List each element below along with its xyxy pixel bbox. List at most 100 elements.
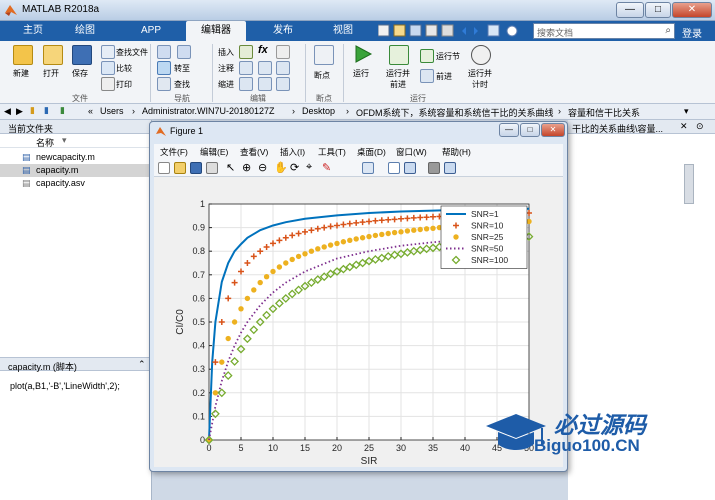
increase-indent-icon[interactable] (258, 77, 272, 91)
open-button-label[interactable]: 打开 (43, 68, 59, 79)
list-item[interactable]: ▤ newcapacity.m (0, 151, 151, 164)
save-button-label[interactable]: 保存 (72, 68, 88, 79)
address-bar: ◀ ▶ ▮ ▮ ▮ « Users › Administrator.WIN7U-… (0, 104, 715, 120)
goto-button[interactable]: 转至 (174, 63, 190, 74)
menu-help[interactable]: 帮助(H) (442, 146, 471, 158)
hide-plot-tools-icon[interactable] (428, 162, 440, 174)
run-icon[interactable] (353, 44, 373, 66)
forward-icon[interactable]: ▶ (16, 106, 23, 117)
pan-hand-icon[interactable]: ✋ (274, 161, 288, 174)
brush-icon[interactable]: ✎ (322, 161, 331, 174)
run-time-button[interactable]: 运行并 计时 (468, 68, 492, 90)
compare-button[interactable]: 比较 (116, 63, 132, 74)
uncomment-icon[interactable] (258, 61, 272, 75)
tab-editor[interactable]: 编辑器 (186, 21, 246, 41)
search-icon: ⌕ (665, 25, 671, 36)
back-icon[interactable]: ◀ (4, 106, 11, 117)
figure-maximize-button[interactable]: □ (520, 123, 540, 137)
close-button[interactable]: ✕ (672, 2, 712, 18)
minimize-button[interactable]: — (616, 2, 644, 18)
run-button[interactable]: 运行 (353, 68, 369, 79)
insert-button[interactable]: 插入 (218, 47, 234, 58)
data-cursor-icon[interactable]: ⌖ (306, 161, 312, 174)
rotate-3d-icon[interactable]: ⟳ (290, 161, 299, 174)
list-item[interactable]: ▤ capacity.asv (0, 177, 151, 190)
collapse-icon[interactable]: ⌃ (138, 359, 146, 370)
comment-icon[interactable] (239, 61, 253, 75)
figure-close-button[interactable]: ✕ (541, 123, 565, 137)
path-overflow[interactable]: « (88, 106, 93, 116)
browse-folder-icon[interactable]: ▮ (44, 105, 49, 116)
menu-insert[interactable]: 插入(I) (280, 146, 305, 158)
new-button-label[interactable]: 新建 (13, 68, 29, 79)
find-button[interactable]: 查找 (174, 79, 190, 90)
breakpoints-icon[interactable] (314, 45, 334, 65)
close-panel-icon[interactable]: ✕ (680, 121, 688, 132)
zoom-out-icon[interactable]: ⊖ (258, 161, 267, 174)
path-dropdown-icon[interactable]: ▾ (684, 106, 689, 117)
wrap-comments-icon[interactable] (276, 61, 290, 75)
comment-button[interactable]: 注释 (218, 63, 234, 74)
legend-label-snr-50: SNR=50 (471, 244, 504, 254)
watermark-site: Biguo100.CN (534, 436, 640, 455)
path-segment[interactable]: Users (100, 106, 124, 116)
insert-section-icon[interactable] (239, 45, 253, 59)
back-arrow-icon[interactable] (157, 45, 171, 59)
login-link[interactable]: 登录 (682, 25, 702, 40)
link-plot-icon[interactable] (362, 162, 374, 174)
maximize-button[interactable]: □ (645, 2, 671, 18)
path-segment[interactable]: Desktop (302, 106, 335, 116)
indent-button[interactable]: 缩进 (218, 79, 234, 90)
figure-minimize-button[interactable]: — (499, 123, 519, 137)
zoom-in-icon[interactable]: ⊕ (242, 161, 251, 174)
function-icon[interactable]: fx (258, 44, 268, 56)
menu-window[interactable]: 窗口(W) (396, 146, 427, 158)
name-column-header[interactable]: 名称 (36, 136, 54, 149)
path-segment[interactable]: Administrator.WIN7U-20180127Z (142, 106, 275, 116)
advance-button[interactable]: 前进 (436, 71, 452, 82)
tab-home[interactable]: 主页 (12, 21, 54, 41)
folder-tools-icon[interactable]: ▮ (60, 105, 65, 116)
colorbar-icon[interactable] (388, 162, 400, 174)
tab-plots[interactable]: 绘图 (64, 21, 106, 41)
panel-menu-icon[interactable]: ⊙ (696, 121, 704, 132)
up-folder-icon[interactable]: ▮ (30, 105, 35, 116)
menu-edit[interactable]: 编辑(E) (200, 146, 228, 158)
open-folder-icon[interactable] (43, 45, 63, 65)
breakpoints-button[interactable]: 断点 (314, 70, 330, 81)
list-item-selected[interactable]: ▤ capacity.m (0, 164, 151, 177)
menu-tools[interactable]: 工具(T) (318, 146, 346, 158)
pointer-icon[interactable]: ↖ (226, 161, 235, 174)
scrollbar-thumb[interactable] (684, 164, 694, 204)
insert-fx-icon[interactable] (276, 45, 290, 59)
smart-indent-icon[interactable] (239, 77, 253, 91)
tab-apps[interactable]: APP (128, 21, 174, 41)
find-files-button[interactable]: 查找文件 (116, 47, 148, 58)
run-advance-button[interactable]: 运行并 前进 (386, 68, 410, 90)
path-separator: › (346, 106, 349, 116)
save-disk-icon[interactable] (72, 45, 92, 65)
run-group-label: 运行 (410, 94, 426, 103)
tab-view[interactable]: 视图 (318, 21, 368, 41)
legend-icon[interactable] (404, 162, 416, 174)
menu-file[interactable]: 文件(F) (160, 146, 188, 158)
run-time-icon[interactable] (471, 45, 491, 65)
show-plot-tools-icon[interactable] (444, 162, 456, 174)
path-segment[interactable]: 容量和信干比关系 (568, 106, 640, 119)
print-figure-icon[interactable] (206, 162, 218, 174)
new-icon[interactable] (13, 45, 33, 65)
print-button[interactable]: 打印 (116, 79, 132, 90)
decrease-indent-icon[interactable] (276, 77, 290, 91)
search-input[interactable]: 搜索文档 ⌕ (533, 23, 675, 39)
save-figure-icon[interactable] (190, 162, 202, 174)
path-separator: › (558, 106, 561, 116)
path-segment[interactable]: OFDM系统下，系统容量和系统信干比的关系曲线 (356, 106, 554, 119)
tab-publish[interactable]: 发布 (258, 21, 308, 41)
run-advance-icon[interactable] (389, 45, 409, 65)
forward-arrow-icon[interactable] (177, 45, 191, 59)
run-section-button[interactable]: 运行节 (436, 51, 460, 62)
menu-desktop[interactable]: 桌面(D) (357, 146, 386, 158)
menu-view[interactable]: 查看(V) (240, 146, 268, 158)
open-file-icon[interactable] (174, 162, 186, 174)
new-figure-icon[interactable] (158, 162, 170, 174)
